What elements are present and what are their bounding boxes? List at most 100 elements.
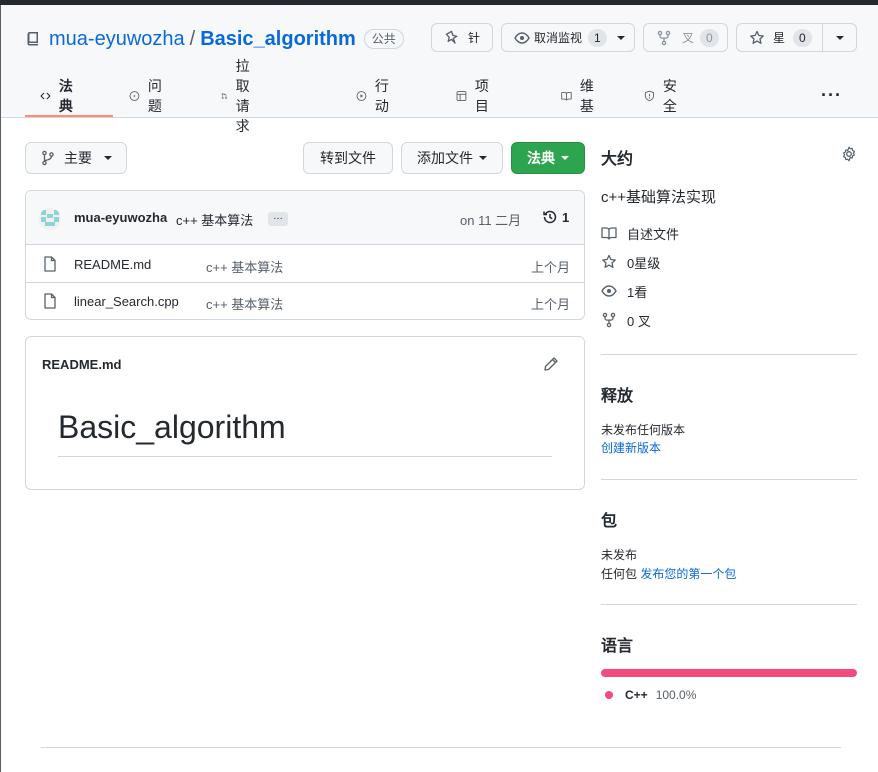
pencil-icon[interactable] <box>543 356 559 372</box>
repo-header: mua-eyuwozha / Basic_algorithm 公共 针 取消监视… <box>1 5 878 134</box>
commit-message-link[interactable]: c++ 基本算法 <box>176 210 253 229</box>
file-browser: mua-eyuwozha c++ 基本算法 … on 11 二月 1 READM… <box>25 190 585 320</box>
star-button[interactable]: 星 0 <box>737 24 823 51</box>
eye-icon <box>601 285 617 297</box>
language-bar <box>601 669 857 677</box>
watch-dropdown-caret <box>616 35 625 40</box>
sidebar-divider <box>601 604 857 605</box>
visibility-badge: 公共 <box>363 29 404 49</box>
star-label: 星 <box>773 31 786 45</box>
file-name-link[interactable]: README.md <box>74 257 151 272</box>
commit-history-link[interactable]: 1 <box>542 209 569 225</box>
language-percent: 100.0% <box>655 688 697 702</box>
commit-date: on 11 二月 <box>460 213 522 228</box>
readme-filename[interactable]: README.md <box>42 357 121 372</box>
repo-owner-link[interactable]: mua-eyuwozha <box>49 28 185 51</box>
code-button[interactable]: 法典 <box>511 142 585 174</box>
add-file-label: 添加文件 <box>417 150 473 166</box>
stars-link[interactable]: 0星级 <box>601 253 660 271</box>
releases-title[interactable]: 释放 <box>601 382 633 406</box>
tab-actions-label: 行动 <box>374 78 389 114</box>
add-file-button[interactable]: 添加文件 <box>401 142 503 174</box>
repo-title: mua-eyuwozha / Basic_algorithm 公共 <box>25 25 404 53</box>
languages-title: 语言 <box>601 638 634 655</box>
tab-security-label: 安全 <box>662 78 677 114</box>
file-icon <box>44 256 56 272</box>
commit-author-link[interactable]: mua-eyuwozha <box>74 210 167 225</box>
pull-request-icon <box>221 93 227 99</box>
tab-pull-requests[interactable]: 拉取请求 <box>221 58 259 134</box>
forks-link[interactable]: 0 叉 <box>601 311 651 329</box>
packages-empty-line: 任何包 发布您的第一个包 <box>601 565 736 582</box>
repo-description: c++基础算法实现 <box>601 189 717 206</box>
repo-name-link[interactable]: Basic_algorithm <box>200 28 356 51</box>
fork-icon <box>602 312 616 328</box>
repo-icon <box>27 32 38 46</box>
readme-panel: README.md Basic_algorithm <box>25 336 585 490</box>
book-icon <box>561 92 572 101</box>
repo-path-separator: / <box>189 27 196 50</box>
watchers-link[interactable]: 1看 <box>601 282 647 300</box>
footer-divider <box>41 747 841 748</box>
tab-code[interactable]: 法典 <box>40 75 78 117</box>
book-icon <box>601 227 617 240</box>
language-name: C++ <box>625 688 648 702</box>
code-button-caret <box>561 156 569 160</box>
stars-label: 0星级 <box>627 255 661 271</box>
branch-label: 主要 <box>64 150 92 166</box>
goto-file-button[interactable]: 转到文件 <box>303 142 393 174</box>
pin-label: 针 <box>467 31 480 45</box>
readme-heading: Basic_algorithm <box>58 409 286 445</box>
star-icon <box>602 254 616 268</box>
language-item[interactable]: C++ 100.0% <box>605 688 696 702</box>
active-tab-underline <box>25 115 113 117</box>
pin-button[interactable]: 针 <box>431 23 493 52</box>
tab-wiki[interactable]: 维基 <box>561 75 599 117</box>
packages-title[interactable]: 包 <box>601 507 617 531</box>
star-list-dropdown[interactable] <box>823 24 856 51</box>
readme-link[interactable]: 自述文件 <box>601 224 679 242</box>
latest-commit-row: mua-eyuwozha c++ 基本算法 … on 11 二月 1 <box>26 191 584 245</box>
publish-package-link[interactable]: 发布您的第一个包 <box>640 567 736 581</box>
file-commit-message[interactable]: c++ 基本算法 <box>206 294 283 313</box>
file-icon <box>44 293 56 309</box>
eye-icon <box>514 30 530 46</box>
commit-expand-button[interactable]: … <box>268 212 288 226</box>
star-counter: 0 <box>793 28 812 47</box>
avatar[interactable] <box>39 208 61 230</box>
branch-dropdown-caret <box>104 156 112 160</box>
tab-wiki-label: 维基 <box>579 78 594 114</box>
more-menu-button[interactable]: ··· <box>821 85 842 106</box>
tab-security[interactable]: 安全 <box>644 75 682 117</box>
file-commit-message[interactable]: c++ 基本算法 <box>206 257 283 276</box>
issue-icon <box>129 91 140 101</box>
tab-projects[interactable]: 项目 <box>456 75 494 117</box>
forks-label: 0 叉 <box>627 313 651 329</box>
fork-counter: 0 <box>700 28 719 47</box>
add-file-caret <box>479 156 487 160</box>
readme-heading-rule <box>58 456 552 457</box>
watch-counter: 1 <box>588 28 607 47</box>
star-icon <box>749 30 765 46</box>
file-name-link[interactable]: linear_Search.cpp <box>74 294 179 309</box>
tab-pull-requests-label: 拉取请求 <box>235 58 250 134</box>
sidebar-divider <box>601 479 857 480</box>
pin-icon <box>444 30 460 46</box>
create-release-link[interactable]: 创建新版本 <box>601 439 661 456</box>
packages-empty-text: 未发布 <box>601 548 638 562</box>
tab-issues[interactable]: 问题 <box>129 75 167 117</box>
fork-button[interactable]: 叉 0 <box>643 23 728 52</box>
branch-select-button[interactable]: 主要 <box>25 142 127 174</box>
tab-actions[interactable]: 行动 <box>356 75 394 117</box>
tab-issues-label: 问题 <box>147 78 162 114</box>
gear-icon[interactable] <box>841 146 857 162</box>
file-row[interactable]: README.md c++ 基本算法 上个月 <box>26 246 584 283</box>
code-icon <box>40 92 51 100</box>
code-button-label: 法典 <box>527 150 555 166</box>
packages-empty-text-2: 任何包 <box>601 567 638 581</box>
readme-link-label: 自述文件 <box>627 226 680 242</box>
watch-button[interactable]: 取消监视 1 <box>501 23 635 52</box>
file-row[interactable]: linear_Search.cpp c++ 基本算法 上个月 <box>26 282 584 319</box>
play-icon <box>356 91 367 101</box>
table-icon <box>456 91 467 101</box>
